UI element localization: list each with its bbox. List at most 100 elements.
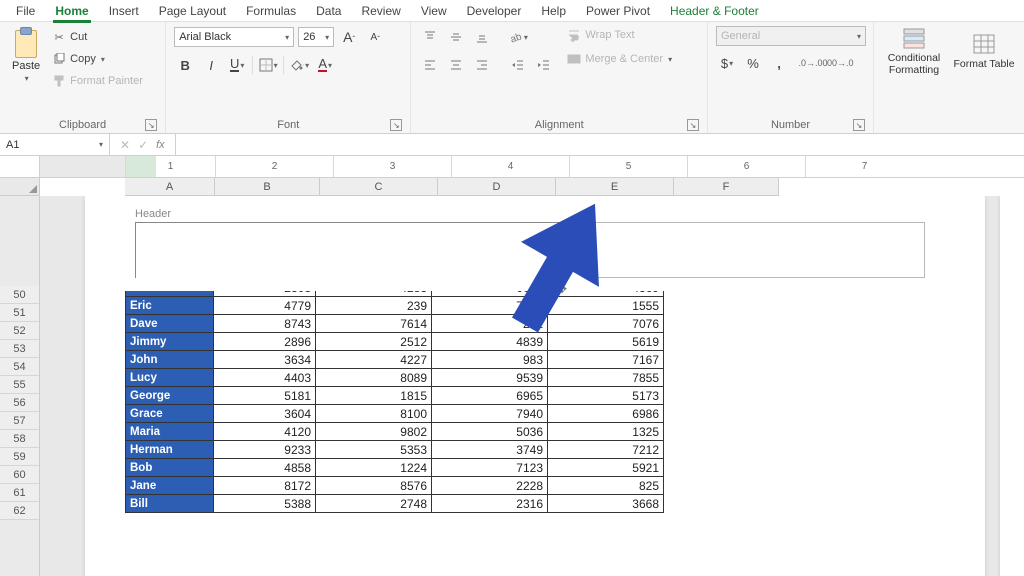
alignment-dialog-launcher[interactable]: ↘ [687, 119, 699, 131]
cell-name[interactable]: Herman [126, 441, 214, 459]
cell-value[interactable]: 2228 [432, 477, 548, 495]
cell-value[interactable]: 8576 [316, 477, 432, 495]
paste-button[interactable]: Paste ▾ [8, 26, 44, 90]
cell-value[interactable]: 2896 [214, 333, 316, 351]
table-row[interactable]: George5181181569655173 [126, 387, 664, 405]
row-header[interactable]: 58 [0, 430, 39, 448]
column-header-f[interactable]: F [674, 178, 779, 196]
cell-value[interactable]: 983 [432, 351, 548, 369]
row-header[interactable]: 50 [0, 286, 39, 304]
cell-value[interactable]: 5921 [548, 459, 664, 477]
cell-name[interactable]: Lucy [126, 369, 214, 387]
align-bottom-button[interactable] [471, 26, 493, 48]
table-row[interactable]: John363442279837167 [126, 351, 664, 369]
cell-value[interactable]: 7123 [432, 459, 548, 477]
row-header[interactable]: 51 [0, 304, 39, 322]
row-header[interactable]: 62 [0, 502, 39, 520]
table-row[interactable]: Herman9233535337497212 [126, 441, 664, 459]
cell-value[interactable]: 1815 [316, 387, 432, 405]
column-header-a[interactable]: A [125, 178, 215, 196]
name-box[interactable]: A1 ▾ [0, 134, 110, 155]
orientation-button[interactable]: ab▾ [507, 26, 529, 48]
column-header-c[interactable]: C [320, 178, 438, 196]
cell-value[interactable]: 5036 [432, 423, 548, 441]
cell-value[interactable]: 7076 [548, 315, 664, 333]
column-header-b[interactable]: B [215, 178, 320, 196]
tab-home[interactable]: Home [45, 1, 98, 21]
row-header[interactable]: 55 [0, 376, 39, 394]
cell-value[interactable]: 7940 [432, 405, 548, 423]
cell-value[interactable]: 1224 [316, 459, 432, 477]
italic-button[interactable]: I [200, 54, 222, 76]
fx-icon[interactable]: fx [156, 139, 165, 151]
cell-value[interactable]: 6965 [432, 387, 548, 405]
cell-value[interactable]: 7926 [432, 297, 548, 315]
fill-color-button[interactable]: ▾ [288, 54, 310, 76]
cell-name[interactable]: John [126, 351, 214, 369]
increase-decimal-button[interactable]: .0→.00 [802, 52, 824, 74]
cell-value[interactable]: 5619 [548, 333, 664, 351]
cell-value[interactable]: 8089 [316, 369, 432, 387]
row-header[interactable]: 59 [0, 448, 39, 466]
cell-name[interactable]: Grace [126, 405, 214, 423]
cell-value[interactable]: 239 [316, 297, 432, 315]
table-row[interactable]: Maria4120980250361325 [126, 423, 664, 441]
column-header-d[interactable]: D [438, 178, 556, 196]
merge-center-button[interactable]: Merge & Center ▾ [563, 50, 676, 68]
row-header[interactable]: 61 [0, 484, 39, 502]
tab-data[interactable]: Data [306, 1, 351, 21]
row-header[interactable]: 53 [0, 340, 39, 358]
cell-value[interactable]: 825 [548, 477, 664, 495]
tab-formulas[interactable]: Formulas [236, 1, 306, 21]
cell-value[interactable]: 5181 [214, 387, 316, 405]
formula-bar-input[interactable] [176, 134, 1024, 155]
cell-value[interactable]: 8100 [316, 405, 432, 423]
cell-value[interactable]: 282 [432, 315, 548, 333]
decrease-indent-button[interactable] [507, 54, 529, 76]
font-size-combo[interactable]: 26 ▾ [298, 27, 334, 47]
increase-indent-button[interactable] [533, 54, 555, 76]
table-row[interactable]: Grace3604810079406986 [126, 405, 664, 423]
tab-insert[interactable]: Insert [99, 1, 149, 21]
select-all-button[interactable] [0, 178, 40, 196]
align-middle-button[interactable] [445, 26, 467, 48]
align-center-button[interactable] [445, 54, 467, 76]
wrap-text-button[interactable]: Wrap Text [563, 26, 676, 44]
row-header[interactable]: 60 [0, 466, 39, 484]
cell-value[interactable]: 5353 [316, 441, 432, 459]
cell-value[interactable]: 3604 [214, 405, 316, 423]
comma-format-button[interactable]: , [768, 52, 790, 74]
increase-font-button[interactable]: Aˆ [338, 26, 360, 48]
cell-value[interactable]: 8172 [214, 477, 316, 495]
align-top-button[interactable] [419, 26, 441, 48]
accounting-format-button[interactable]: $▾ [716, 52, 738, 74]
cell-name[interactable]: George [126, 387, 214, 405]
align-right-button[interactable] [471, 54, 493, 76]
tab-page-layout[interactable]: Page Layout [149, 1, 236, 21]
decrease-font-button[interactable]: Aˇ [364, 26, 386, 48]
cell-name[interactable]: Dave [126, 315, 214, 333]
cell-name[interactable]: Maria [126, 423, 214, 441]
cell-value[interactable]: 1325 [548, 423, 664, 441]
tab-help[interactable]: Help [531, 1, 576, 21]
number-format-combo[interactable]: General ▾ [716, 26, 866, 46]
enter-formula-button[interactable]: ✓ [138, 138, 148, 152]
cell-value[interactable]: 5173 [548, 387, 664, 405]
cell-value[interactable]: 2748 [316, 495, 432, 513]
borders-button[interactable]: ▾ [257, 54, 279, 76]
cell-value[interactable]: 4858 [214, 459, 316, 477]
table-row[interactable]: Eric477923979261555 [126, 297, 664, 315]
cell-value[interactable]: 5388 [214, 495, 316, 513]
cell-value[interactable]: 4779 [214, 297, 316, 315]
cell-value[interactable]: 9539 [432, 369, 548, 387]
cell-value[interactable]: 3749 [432, 441, 548, 459]
cut-button[interactable]: ✂ Cut [48, 28, 147, 46]
tab-file[interactable]: File [6, 1, 45, 21]
cell-name[interactable]: Eric [126, 297, 214, 315]
cell-value[interactable]: 4839 [432, 333, 548, 351]
cell-value[interactable]: 9802 [316, 423, 432, 441]
font-dialog-launcher[interactable]: ↘ [390, 119, 402, 131]
number-dialog-launcher[interactable]: ↘ [853, 119, 865, 131]
clipboard-dialog-launcher[interactable]: ↘ [145, 119, 157, 131]
cell-value[interactable]: 7212 [548, 441, 664, 459]
